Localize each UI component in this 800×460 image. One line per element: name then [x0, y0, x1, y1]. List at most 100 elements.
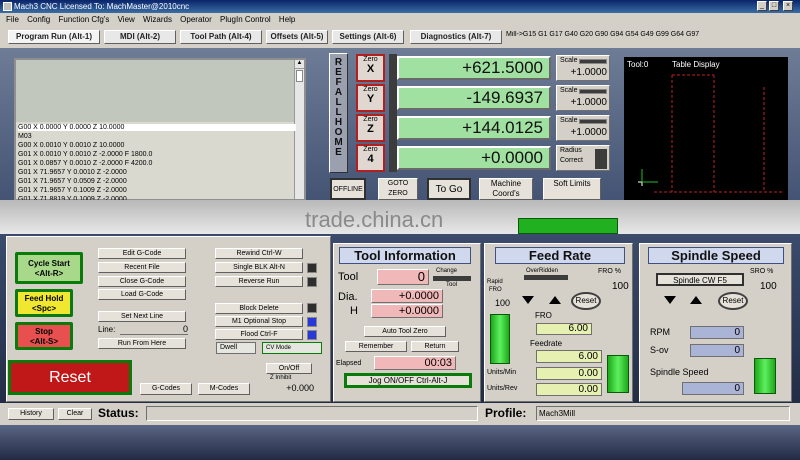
- axis-letter: Y: [366, 93, 375, 105]
- zero-label: Zero: [363, 146, 378, 153]
- close-button[interactable]: ×: [783, 1, 793, 11]
- scale-label: Scale: [560, 57, 578, 64]
- reverse-run-button[interactable]: Reverse Run: [215, 276, 303, 287]
- z-inhibit-value[interactable]: +0.000: [258, 383, 314, 395]
- app-icon: [3, 2, 12, 11]
- menu-wizards[interactable]: Wizards: [143, 15, 172, 24]
- zero-y-button[interactable]: Zero Y: [356, 84, 385, 112]
- clear-button[interactable]: Clear: [58, 408, 92, 420]
- sro-down-icon[interactable]: [664, 296, 676, 304]
- feed-hold-button[interactable]: Feed Hold <Spc>: [15, 289, 73, 317]
- machine-coords-button[interactable]: Machine Coord's: [479, 178, 533, 200]
- zero-x-button[interactable]: Zero X: [356, 54, 385, 82]
- dro-z[interactable]: +144.0125: [397, 116, 551, 140]
- scale-x[interactable]: Scale +1.0000: [556, 55, 610, 81]
- scale-led: [579, 89, 607, 94]
- fro-down-icon[interactable]: [522, 296, 534, 304]
- auto-tool-zero-button[interactable]: Auto Tool Zero: [364, 326, 446, 337]
- spindle-speed-slider[interactable]: [754, 358, 776, 394]
- rapid-fro-slider[interactable]: [490, 314, 510, 364]
- radius-correct-button[interactable]: Radius Correct: [556, 145, 610, 171]
- maximize-button[interactable]: □: [769, 1, 779, 11]
- spindle-cw-button[interactable]: Spindle CW F5: [656, 273, 744, 286]
- block-delete-button[interactable]: Block Delete: [215, 303, 303, 314]
- zero-4-button[interactable]: Zero 4: [356, 144, 385, 172]
- toolpath-display[interactable]: Tool:0 Table Display: [624, 57, 788, 200]
- close-gcode-button[interactable]: Close G-Code: [98, 276, 186, 287]
- feedrate-value[interactable]: 6.00: [536, 350, 602, 363]
- soft-limits-button[interactable]: Soft Limits: [543, 178, 601, 200]
- tool-number-field[interactable]: 0: [377, 269, 429, 285]
- to-go-button[interactable]: To Go: [427, 178, 471, 200]
- spindle-speed-label: Spindle Speed: [650, 367, 709, 377]
- m1-optional-stop-button[interactable]: M1 Optional Stop: [215, 316, 303, 327]
- dro-y[interactable]: -149.6937: [397, 86, 551, 110]
- ref-all-home-button[interactable]: REF ALL HOME: [329, 53, 348, 173]
- fro-reset-button[interactable]: Reset: [571, 292, 601, 310]
- z-inhibit-on-off-button[interactable]: On/Off: [266, 363, 312, 374]
- remember-button[interactable]: Remember: [345, 341, 407, 352]
- stop-button[interactable]: Stop <Alt-S>: [15, 322, 73, 350]
- fro-up-icon[interactable]: [549, 296, 561, 304]
- rpm-value[interactable]: 0: [690, 326, 744, 339]
- gcode-display[interactable]: ▲ G00 X 0.0000 Y 0.0000 Z 10.0000 M03 G0…: [14, 58, 306, 201]
- sro-up-icon[interactable]: [690, 296, 702, 304]
- gcode-line: G00 X 0.0000 Y 0.0000 Z 10.0000: [18, 124, 296, 131]
- load-gcode-button[interactable]: Load G-Code: [98, 289, 186, 300]
- tab-offsets[interactable]: Offsets (Alt-5): [266, 30, 328, 44]
- line-number-input[interactable]: 0: [120, 324, 188, 335]
- spindle-speed-value: 0: [682, 382, 744, 395]
- set-next-line-button[interactable]: Set Next Line: [98, 311, 186, 322]
- sro-reset-button[interactable]: Reset: [718, 292, 748, 310]
- scale-y[interactable]: Scale +1.0000: [556, 85, 610, 111]
- dia-field[interactable]: +0.0000: [371, 289, 443, 303]
- menu-function-cfgs[interactable]: Function Cfg's: [58, 15, 109, 24]
- zero-label: Zero: [363, 56, 378, 63]
- mcodes-button[interactable]: M-Codes: [198, 383, 250, 395]
- tab-tool-path[interactable]: Tool Path (Alt-4): [180, 30, 262, 44]
- rewind-button[interactable]: Rewind Ctrl-W: [215, 248, 303, 259]
- recent-file-button[interactable]: Recent File: [98, 262, 186, 273]
- tab-mdi[interactable]: MDI (Alt-2): [104, 30, 176, 44]
- edit-gcode-button[interactable]: Edit G-Code: [98, 248, 186, 259]
- correct-label: Correct: [560, 157, 583, 164]
- cycle-start-button[interactable]: Cycle Start <Alt-R>: [15, 252, 83, 284]
- flood-button[interactable]: Flood Ctrl-F: [215, 329, 303, 340]
- fro-pct-value: 100: [612, 281, 629, 292]
- menu-operator[interactable]: Operator: [180, 15, 212, 24]
- zero-z-button[interactable]: Zero Z: [356, 114, 385, 142]
- axis-led-strip: [389, 54, 397, 172]
- jog-toggle-button[interactable]: Jog ON/OFF Ctrl-Alt-J: [344, 373, 472, 388]
- minimize-button[interactable]: _: [757, 1, 767, 11]
- feed-rate-slider[interactable]: [607, 355, 629, 393]
- sro-pct-value: 100: [760, 281, 777, 292]
- status-message: [146, 406, 478, 421]
- menu-bar: File Config Function Cfg's View Wizards …: [0, 13, 800, 26]
- menu-config[interactable]: Config: [27, 15, 50, 24]
- overridden-led: [524, 275, 568, 280]
- units-rev-value: 0.00: [536, 383, 602, 396]
- fro-label: FRO: [535, 311, 552, 320]
- run-from-here-button[interactable]: Run From Here: [98, 338, 186, 349]
- goto-zero-button[interactable]: GOTO ZERO: [378, 178, 418, 200]
- dro-4[interactable]: +0.0000: [397, 146, 551, 170]
- tab-settings[interactable]: Settings (Alt-6): [332, 30, 404, 44]
- change-label: Change: [436, 268, 458, 274]
- tab-diagnostics[interactable]: Diagnostics (Alt-7): [410, 30, 502, 44]
- menu-plugin-control[interactable]: PlugIn Control: [220, 15, 271, 24]
- reset-button[interactable]: Reset: [8, 360, 132, 395]
- offline-button[interactable]: OFFLINE: [330, 178, 366, 200]
- dro-x[interactable]: +621.5000: [397, 56, 551, 80]
- h-field[interactable]: +0.0000: [371, 304, 443, 318]
- menu-help[interactable]: Help: [279, 15, 295, 24]
- tool-change-led: [433, 276, 471, 281]
- menu-file[interactable]: File: [6, 15, 19, 24]
- history-button[interactable]: History: [8, 408, 54, 420]
- return-button[interactable]: Return: [411, 341, 459, 352]
- single-block-button[interactable]: Single BLK Alt-N: [215, 262, 303, 273]
- scale-z[interactable]: Scale +1.0000: [556, 115, 610, 141]
- menu-view[interactable]: View: [118, 15, 135, 24]
- tab-program-run[interactable]: Program Run (Alt-1): [8, 30, 100, 44]
- toolpath-drawing: [638, 74, 784, 193]
- gcodes-button[interactable]: G-Codes: [140, 383, 192, 395]
